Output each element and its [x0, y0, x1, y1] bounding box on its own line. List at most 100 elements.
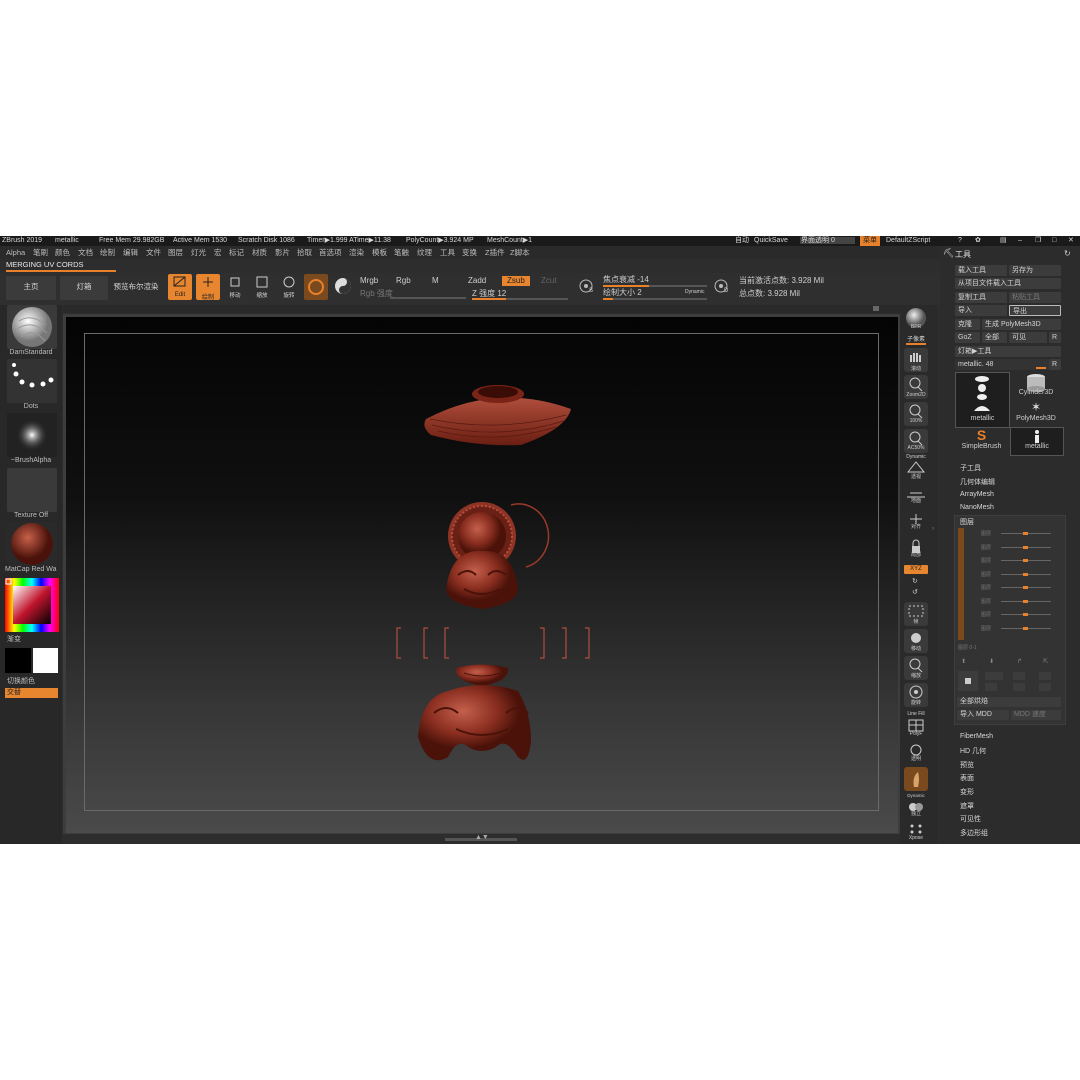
rotate-y-icon[interactable]: ↻ — [912, 577, 918, 585]
yin-yang-icon[interactable] — [334, 277, 352, 295]
lightbox-tools-button[interactable]: 灯箱▶工具 — [955, 346, 1061, 357]
save-as-button[interactable]: 另存为 — [1009, 265, 1061, 276]
home-button[interactable]: 主页 — [6, 276, 56, 300]
menu-item[interactable]: 绘制 — [100, 247, 115, 258]
load-tool-button[interactable]: 载入工具 — [955, 265, 1007, 276]
auto-button[interactable]: 自动 — [735, 236, 749, 246]
menu-item[interactable]: 首选项 — [319, 247, 342, 258]
layer-redo-icon[interactable]: ↱ — [1017, 658, 1022, 665]
panel-collapse-arrow-icon[interactable]: › — [932, 526, 934, 532]
layer-split-button[interactable] — [1039, 672, 1051, 680]
alpha-thumbnail[interactable] — [7, 413, 57, 457]
rgb-button[interactable]: Rgb — [396, 276, 411, 286]
menu-item[interactable]: 文档 — [78, 247, 93, 258]
z-intensity-slider[interactable] — [472, 298, 568, 300]
menu-item[interactable]: Z插件 — [485, 247, 505, 258]
canvas-scroll-handle[interactable] — [873, 306, 879, 311]
maximize-icon[interactable]: □ — [1052, 236, 1056, 246]
minimize-icon[interactable]: – — [1018, 236, 1022, 246]
help-icon[interactable]: ? — [958, 236, 962, 246]
zadd-button[interactable]: Zadd — [468, 276, 486, 286]
layer-export-icon[interactable]: ⇱ — [1043, 658, 1048, 665]
geometry-section[interactable]: 几何体编辑 — [960, 477, 995, 487]
tool-thumb-cylinder[interactable]: Cylinder3D — [1010, 372, 1062, 399]
layer-row[interactable]: 图层 — [981, 625, 1057, 632]
draw-button[interactable]: 绘制 — [196, 274, 220, 301]
new-layer-button[interactable] — [958, 671, 978, 691]
bake-all-button[interactable]: 全部烘焙 — [957, 697, 1061, 707]
menu-item[interactable]: 图层 — [168, 247, 183, 258]
rotate-button[interactable]: 旋转 — [279, 275, 299, 299]
ghost-button[interactable] — [904, 767, 928, 791]
menu-item[interactable]: 渲染 — [349, 247, 364, 258]
copy-tool-button[interactable]: 复制工具 — [955, 292, 1007, 303]
bottom-tray-toggle-icon[interactable]: ▲▼ — [475, 834, 489, 841]
import-mdd-button[interactable]: 导入 MDD — [957, 710, 1009, 720]
zcut-button[interactable]: Zcut — [541, 276, 557, 286]
current-tool-slider[interactable]: metallic. 48 — [955, 359, 1049, 370]
menu-item[interactable]: Z脚本 — [510, 247, 530, 258]
menu-item[interactable]: 笔触 — [394, 247, 409, 258]
menu-item[interactable]: 影片 — [275, 247, 290, 258]
move-button[interactable]: 移动 — [225, 275, 245, 299]
masking-section[interactable]: 遮罩 — [960, 801, 974, 811]
edit-button[interactable]: Edit — [168, 274, 192, 300]
lightbox-button[interactable]: 灯箱 — [60, 276, 108, 300]
tool-thumb-polymesh[interactable]: ✶ PolyMesh3D — [1010, 400, 1062, 427]
hd-geometry-section[interactable]: HD 几何 — [960, 746, 986, 756]
menu-item[interactable]: 编辑 — [123, 247, 138, 258]
focal-shift-slider[interactable] — [603, 285, 707, 287]
preview-section[interactable]: 预览 — [960, 760, 974, 770]
paste-tool-button[interactable]: 粘贴工具 — [1009, 292, 1061, 303]
goz-all-button[interactable]: 全部 — [982, 332, 1007, 343]
menu-item[interactable]: Alpha — [6, 247, 25, 258]
xyz-button[interactable]: XYZ — [904, 565, 928, 574]
color-picker[interactable] — [5, 578, 59, 632]
secondary-color-swatch[interactable] — [33, 648, 58, 673]
layers-title[interactable]: 图层 — [960, 517, 974, 527]
layer-row[interactable]: 图层 — [981, 557, 1057, 564]
switch-color-button[interactable]: 切换颜色 — [7, 676, 69, 686]
menu-item[interactable]: 工具 — [440, 247, 455, 258]
menu-item[interactable]: 模板 — [372, 247, 387, 258]
polygroups-section[interactable]: 多边形组 — [960, 828, 988, 838]
bpr-preview-button[interactable]: 预览布尔渲染 — [112, 276, 160, 300]
menu-item[interactable]: 笔刷 — [33, 247, 48, 258]
goz-visible-button[interactable]: 可见 — [1009, 332, 1047, 343]
menu-item[interactable]: 颜色 — [55, 247, 70, 258]
layer-row[interactable]: 图层 — [981, 530, 1057, 537]
layer-down-icon[interactable]: ⬇ — [989, 658, 994, 665]
model-view[interactable] — [66, 317, 898, 833]
layer-count-slider[interactable]: 图层 0-1 — [958, 644, 1058, 651]
brush-preview-button[interactable] — [304, 274, 328, 300]
deformation-section[interactable]: 变形 — [960, 787, 974, 797]
alternate-button[interactable]: 交替 — [5, 688, 58, 698]
arraymesh-section[interactable]: ArrayMesh — [960, 491, 994, 498]
nanomesh-section[interactable]: NanoMesh — [960, 504, 994, 511]
menu-item[interactable]: 文件 — [146, 247, 161, 258]
palette-title[interactable]: 工具 — [955, 249, 971, 260]
spix-slider[interactable] — [906, 343, 926, 345]
layers-scrollbar[interactable] — [958, 528, 964, 640]
menu-item[interactable]: 拾取 — [297, 247, 312, 258]
lion-face-mesh[interactable] — [446, 550, 518, 609]
layout-icon[interactable]: ▤ — [1000, 236, 1007, 246]
stroke-thumbnail[interactable] — [7, 359, 57, 403]
make-polymesh-button[interactable]: 生成 PolyMesh3D — [982, 319, 1061, 330]
restore-icon[interactable]: ❐ — [1035, 236, 1041, 246]
texture-thumbnail[interactable] — [7, 468, 57, 512]
layer-row[interactable]: 图层 — [981, 584, 1057, 591]
zsub-button[interactable]: Zsub — [502, 276, 530, 286]
clone-button[interactable]: 克隆 — [955, 319, 980, 330]
menu-item[interactable]: 材质 — [252, 247, 267, 258]
tool-thumb-simplebrush[interactable]: S SimpleBrush — [955, 427, 1008, 454]
layer-row[interactable]: 图层 — [981, 611, 1057, 618]
close-icon[interactable]: ✕ — [1068, 236, 1074, 246]
visibility-section[interactable]: 可见性 — [960, 814, 981, 824]
spotlight-s-icon[interactable] — [578, 278, 596, 296]
layer-row[interactable]: 图层 — [981, 598, 1057, 605]
hat-brim-mesh[interactable] — [424, 385, 571, 446]
rotate-z-icon[interactable]: ↺ — [912, 588, 918, 596]
mdd-speed-slider[interactable]: MDD 速度 — [1011, 710, 1061, 720]
menu-item[interactable]: 宏 — [214, 247, 222, 258]
